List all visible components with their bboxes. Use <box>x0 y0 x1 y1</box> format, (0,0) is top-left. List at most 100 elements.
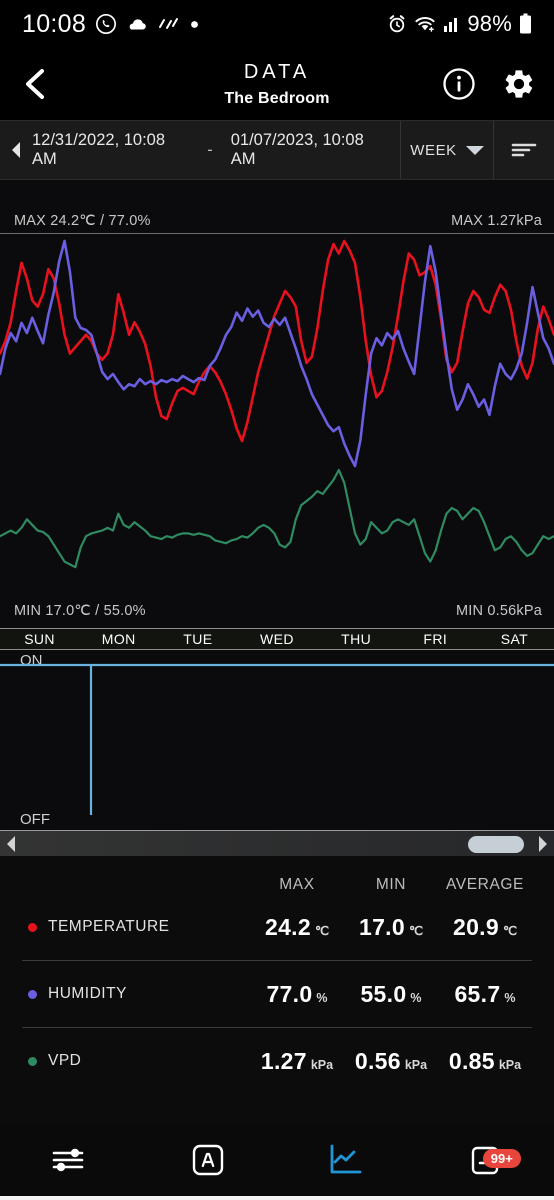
rain-icon <box>157 16 181 32</box>
unit: kPa <box>310 1057 334 1072</box>
value: 20.9 <box>452 913 499 940</box>
value: 65.7 <box>454 980 501 1007</box>
status-bar-left: 10:08 <box>22 10 199 39</box>
device-state-timeline[interactable]: ON OFF <box>0 650 554 830</box>
unit: % <box>410 990 422 1005</box>
row-name-text: TEMPERATURE <box>48 918 170 935</box>
unit: ℃ <box>314 923 329 938</box>
device-state-svg <box>0 663 554 815</box>
cell-humidity-average: 65.7% <box>438 981 532 1008</box>
cell-vpd-average: 0.85 kPa <box>438 1048 532 1075</box>
nav-controls[interactable] <box>0 1145 139 1175</box>
date-separator: - <box>207 140 213 159</box>
cell-humidity-max: 77.0% <box>250 981 344 1008</box>
value: 17.0 <box>358 913 405 940</box>
row-label-humidity: HUMIDITY <box>28 985 250 1003</box>
day-label-sat: SAT <box>500 631 529 647</box>
sort-filter-button[interactable] <box>493 121 554 179</box>
series-line-humidity <box>0 239 554 468</box>
row-label-vpd: VPD <box>28 1052 250 1070</box>
value: 1.27 <box>260 1047 307 1074</box>
sliders-icon <box>49 1145 89 1175</box>
alarm-icon <box>387 14 407 34</box>
statistics-table: MAX MIN AVERAGE TEMPERATURE 24.2 ℃ 17.0 ℃ … <box>0 856 554 1124</box>
row-name-text: HUMIDITY <box>48 985 127 1002</box>
value: 77.0 <box>266 980 313 1007</box>
wifi-icon <box>414 15 436 33</box>
cell-temperature-average: 20.9 ℃ <box>438 914 532 941</box>
stats-header-row: MAX MIN AVERAGE <box>0 870 554 894</box>
cell-temperature-min: 17.0 ℃ <box>344 914 438 941</box>
unit: kPa <box>404 1057 428 1072</box>
day-label-wed: WED <box>260 631 294 647</box>
day-label-mon: MON <box>101 631 136 647</box>
date-range-picker[interactable]: 12/31/2022, 10:08 AM - 01/07/2023, 10:08… <box>0 121 400 179</box>
device-state-line <box>0 663 554 815</box>
auto-mode-icon <box>191 1143 225 1177</box>
day-label-thu: THU <box>341 631 372 647</box>
whatsapp-icon <box>95 13 117 35</box>
day-label-sun: SUN <box>24 631 55 647</box>
table-row[interactable]: TEMPERATURE 24.2 ℃ 17.0 ℃ 20.9 ℃ <box>0 894 554 960</box>
chart-horizontal-scrollbar[interactable] <box>0 830 554 856</box>
table-row[interactable]: HUMIDITY 77.0% 55.0% 65.7% <box>0 961 554 1027</box>
caret-left-icon[interactable] <box>8 140 24 160</box>
unit: ℃ <box>502 923 517 938</box>
legend-dot-temperature <box>28 922 37 932</box>
legend-dot-vpd <box>28 1056 37 1066</box>
unit: % <box>504 990 516 1005</box>
legend-dot-humidity <box>28 989 37 999</box>
chart-line-icon <box>328 1143 364 1177</box>
bottom-navigation: 99+ <box>0 1124 554 1196</box>
day-label-tue: TUE <box>183 631 213 647</box>
header-actions <box>442 67 536 101</box>
scroll-left-arrow[interactable] <box>0 835 22 853</box>
scrollbar-track[interactable] <box>22 831 532 856</box>
chevron-down-icon <box>465 145 484 155</box>
battery-icon <box>519 13 532 35</box>
chart-plot-svg <box>0 239 554 569</box>
date-from[interactable]: 12/31/2022, 10:08 AM <box>32 131 189 169</box>
day-label-fri: FRI <box>423 631 448 647</box>
page-title: DATA <box>243 60 311 83</box>
cell-vpd-min: 0.56 kPa <box>344 1048 438 1075</box>
table-row[interactable]: VPD 1.27 kPa 0.56 kPa 0.85 kPa <box>0 1028 554 1094</box>
scroll-right-arrow[interactable] <box>532 831 554 856</box>
gear-icon[interactable] <box>502 67 536 101</box>
value: 55.0 <box>360 980 407 1007</box>
system-navigation-bar <box>0 1196 554 1200</box>
nav-auto-mode[interactable] <box>139 1143 278 1177</box>
page-subtitle: The Bedroom <box>224 89 330 107</box>
back-button[interactable] <box>18 64 52 104</box>
environment-chart[interactable]: MAX 24.2℃ / 77.0% MAX 1.27kPa MIN 17.0℃ … <box>0 180 554 628</box>
app-header: DATA The Bedroom <box>0 48 554 120</box>
sort-filter-icon <box>510 140 538 160</box>
status-time: 10:08 <box>22 9 87 38</box>
notification-badge: 99+ <box>482 1149 521 1168</box>
nav-data[interactable] <box>277 1143 416 1177</box>
column-header-max: MAX <box>279 876 315 893</box>
cell-humidity-min: 55.0% <box>344 981 438 1008</box>
date-to[interactable]: 01/07/2023, 10:08 AM <box>231 131 388 169</box>
cell-vpd-max: 1.27 kPa <box>250 1048 344 1075</box>
info-icon[interactable] <box>442 67 476 101</box>
scrollbar-thumb[interactable] <box>468 836 524 853</box>
date-range-bar: 12/31/2022, 10:08 AM - 01/07/2023, 10:08… <box>0 120 554 180</box>
day-axis: SUN MON TUE WED THU FRI SAT <box>0 628 554 650</box>
cell-temperature-max: 24.2 ℃ <box>250 914 344 941</box>
status-bar-right: 98% <box>387 11 532 37</box>
signal-icon <box>443 15 460 33</box>
unit: ℃ <box>408 923 423 938</box>
period-selector[interactable]: WEEK <box>400 121 493 179</box>
period-label: WEEK <box>410 141 457 159</box>
status-bar: 10:08 98% <box>0 0 554 48</box>
cloud-icon <box>126 16 148 32</box>
column-header-min: MIN <box>375 876 407 893</box>
value: 0.56 <box>354 1047 401 1074</box>
nav-notifications[interactable]: 99+ <box>416 1143 554 1177</box>
value: 0.85 <box>448 1047 495 1074</box>
value: 24.2 <box>264 913 311 940</box>
column-header-average: AVERAGE <box>446 876 524 893</box>
row-label-temperature: TEMPERATURE <box>28 918 250 936</box>
app-screen: 10:08 98% DATA The Bedroom 12/31/2022, 1… <box>0 0 554 1200</box>
